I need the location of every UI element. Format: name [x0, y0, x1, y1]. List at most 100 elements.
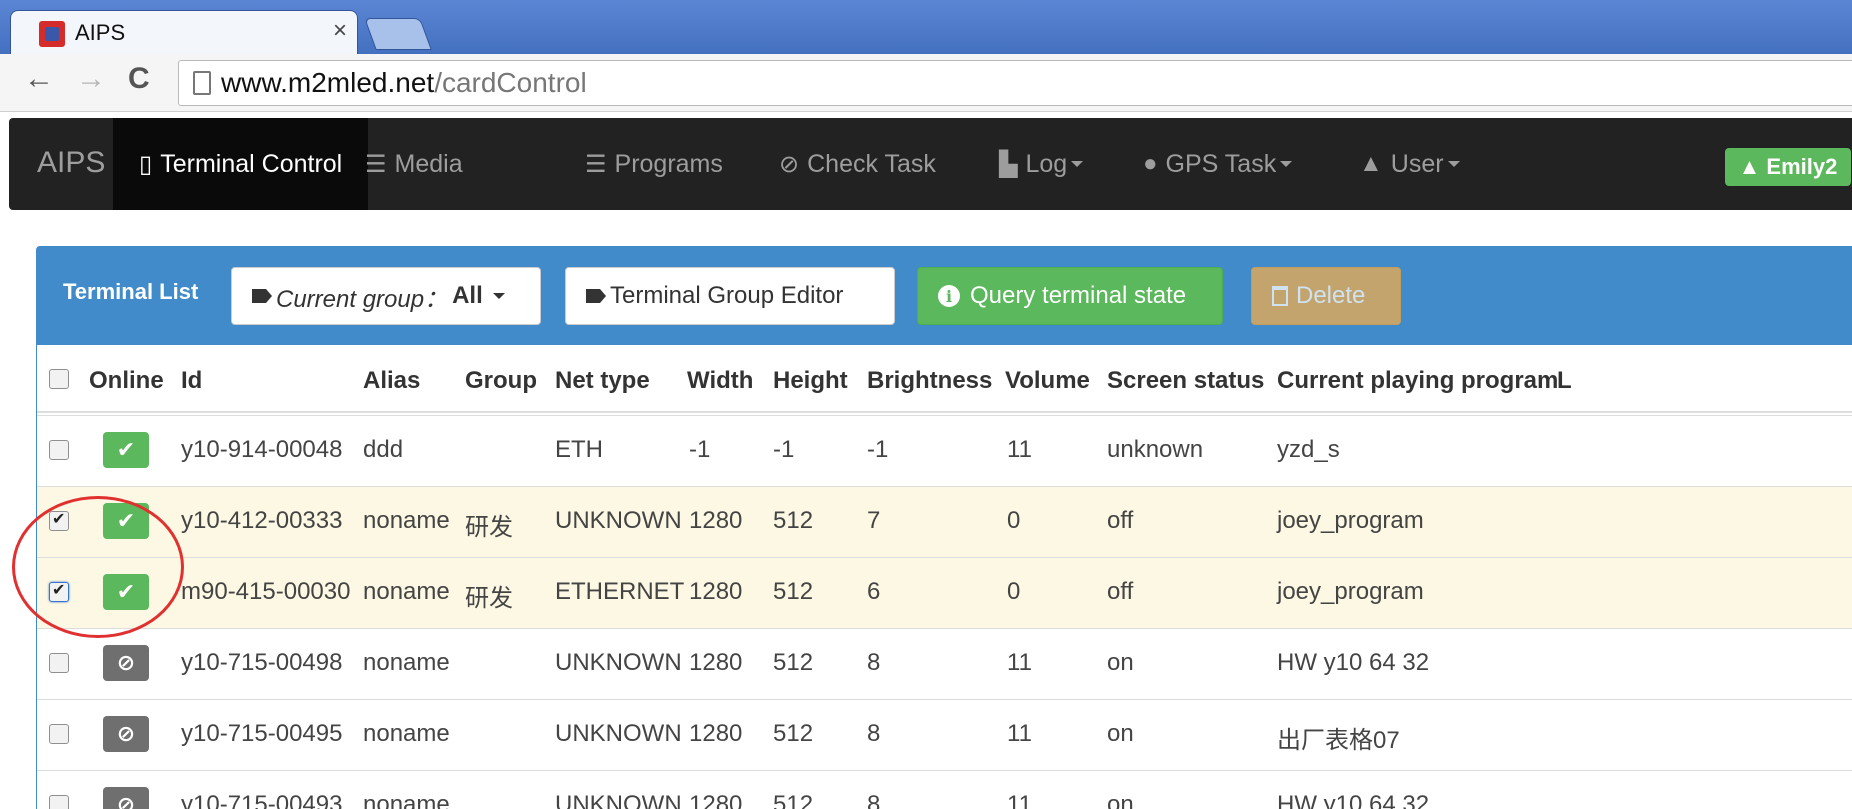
- nav-label: Programs: [614, 149, 723, 178]
- cell-width: 1280: [689, 507, 743, 534]
- col-brightness[interactable]: Brightness: [867, 367, 992, 395]
- site-favicon-icon: [39, 21, 65, 47]
- query-terminal-state-button[interactable]: i Query terminal state: [917, 267, 1223, 325]
- group-label: Current group：: [276, 285, 449, 313]
- col-height[interactable]: Height: [773, 367, 848, 395]
- cell-screen-status: off: [1107, 578, 1134, 605]
- trash-icon: [1272, 286, 1288, 306]
- offline-ban-icon: ⊘: [103, 787, 149, 809]
- table-row[interactable]: ⊘ y10-715-00498 noname UNKNOWN 1280 512 8 11 on H…: [37, 628, 1852, 699]
- tags-icon: [586, 289, 606, 303]
- col-id[interactable]: Id: [181, 367, 202, 395]
- cell-net-type: UNKNOWN: [555, 791, 682, 809]
- cell-brightness: 8: [867, 720, 881, 747]
- cell-current-program: 出厂表格07: [1277, 727, 1400, 754]
- cell-id: y10-715-00498: [181, 649, 343, 676]
- table-row[interactable]: ⊘ y10-715-00495 noname UNKNOWN 1280 512 8 11 on 出…: [37, 699, 1852, 770]
- table-row[interactable]: ⊘ y10-715-00493 noname UNKNOWN 1280 512 8 11 on H…: [37, 770, 1852, 809]
- cell-id: y10-715-00493: [181, 791, 343, 809]
- cell-brightness: 6: [867, 578, 881, 605]
- nav-label: GPS Task: [1165, 149, 1277, 178]
- cell-volume: 11: [1007, 649, 1032, 676]
- row-checkbox[interactable]: [49, 653, 69, 673]
- online-check-icon: ✔: [103, 432, 149, 468]
- cell-brightness: 8: [867, 791, 881, 809]
- cell-alias: ddd: [363, 436, 404, 463]
- reload-icon[interactable]: C: [128, 62, 150, 96]
- cell-screen-status: off: [1107, 507, 1134, 534]
- forward-arrow-icon[interactable]: →: [76, 62, 106, 96]
- address-bar[interactable]: www.m2mled.net/cardControl: [178, 60, 1852, 106]
- page-icon: [193, 71, 211, 95]
- cell-alias: noname: [363, 578, 450, 605]
- new-tab-button[interactable]: [364, 18, 432, 50]
- back-arrow-icon[interactable]: ←: [24, 62, 54, 96]
- panel-heading: Terminal List Current group： All Termina…: [37, 247, 1852, 345]
- cell-width: -1: [689, 436, 711, 463]
- table-row[interactable]: ✔m90-415-00030noname研发ETHERNET128051260o…: [37, 557, 1852, 628]
- select-all-checkbox[interactable]: [49, 369, 69, 389]
- col-screen-status[interactable]: Screen status: [1107, 367, 1264, 395]
- col-net-type[interactable]: Net type: [555, 367, 650, 395]
- col-truncated[interactable]: L: [1557, 367, 1572, 395]
- query-label: Query terminal state: [970, 282, 1187, 309]
- cell-height: 512: [773, 578, 814, 605]
- cell-brightness: -1: [867, 436, 889, 463]
- tab-title: AIPS: [75, 20, 126, 45]
- nav-label: Media: [394, 149, 463, 178]
- cell-net-type: ETHERNET: [555, 578, 685, 605]
- table-row[interactable]: ✔ y10-914-00048 ddd ETH -1 -1 -1 11 unknown yzd_s: [37, 415, 1852, 486]
- row-checkbox[interactable]: [49, 440, 69, 460]
- cell-volume: 11: [1007, 436, 1032, 463]
- cell-height: 512: [773, 791, 814, 809]
- cell-group: 研发: [465, 514, 513, 541]
- nav-terminal-control[interactable]: ▯ Terminal Control: [113, 118, 369, 210]
- nav-log[interactable]: ▙ Log: [999, 118, 1084, 210]
- offline-ban-icon: ⊘: [103, 645, 149, 681]
- browser-toolbar: ← → C www.m2mled.net/cardControl: [0, 54, 1852, 112]
- nav-user[interactable]: ▲ User: [1359, 118, 1460, 210]
- col-current-program[interactable]: Current playing program: [1277, 367, 1558, 395]
- current-user-button[interactable]: ▲ Emily2: [1725, 148, 1851, 186]
- current-group-dropdown[interactable]: Current group： All: [231, 267, 541, 325]
- row-checkbox[interactable]: [49, 724, 69, 744]
- nav-label: User: [1390, 149, 1444, 178]
- cell-height: 512: [773, 649, 814, 676]
- brand[interactable]: AIPS: [37, 146, 105, 180]
- cell-alias: noname: [363, 507, 450, 534]
- table-row[interactable]: ✔y10-412-00333noname研发UNKNOWN128051270of…: [37, 486, 1852, 557]
- close-tab-icon[interactable]: ×: [333, 17, 347, 45]
- globe-icon: ●: [1143, 150, 1158, 177]
- col-volume[interactable]: Volume: [1005, 367, 1090, 395]
- nav-check-task[interactable]: ⊘ Check Task: [779, 118, 936, 210]
- col-width[interactable]: Width: [687, 367, 753, 395]
- cell-alias: noname: [363, 720, 450, 747]
- delete-button[interactable]: Delete: [1251, 267, 1401, 325]
- file-icon: ▙: [999, 150, 1018, 178]
- cell-width: 1280: [689, 791, 743, 809]
- nav-programs[interactable]: ☰ Programs: [585, 118, 723, 210]
- cell-width: 1280: [689, 720, 743, 747]
- annotation-circle: [12, 496, 184, 638]
- col-group[interactable]: Group: [465, 367, 537, 395]
- cell-id: y10-412-00333: [181, 507, 343, 534]
- cell-net-type: UNKNOWN: [555, 649, 682, 676]
- nav-media[interactable]: ☰ Media: [365, 118, 463, 210]
- cell-net-type: UNKNOWN: [555, 507, 682, 534]
- cell-screen-status: on: [1107, 720, 1134, 747]
- col-online[interactable]: Online: [89, 367, 164, 395]
- col-alias[interactable]: Alias: [363, 367, 420, 395]
- mobile-icon: ▯: [139, 150, 153, 178]
- nav-label: Terminal Control: [160, 149, 343, 178]
- cell-height: 512: [773, 507, 814, 534]
- browser-tab[interactable]: AIPS ×: [10, 10, 358, 54]
- nav-label: Check Task: [807, 149, 936, 178]
- row-checkbox[interactable]: [49, 795, 69, 809]
- terminal-group-editor-button[interactable]: Terminal Group Editor: [565, 267, 895, 325]
- terminal-list-panel: Terminal List Current group： All Termina…: [36, 246, 1852, 809]
- url-text: www.m2mled.net/cardControl: [221, 67, 587, 98]
- nav-gps-task[interactable]: ● GPS Task: [1143, 118, 1293, 210]
- cell-volume: 0: [1007, 507, 1021, 534]
- caret-down-icon: [492, 293, 505, 299]
- table-header-row: Online Id Alias Group Net type Width Hei…: [37, 345, 1852, 413]
